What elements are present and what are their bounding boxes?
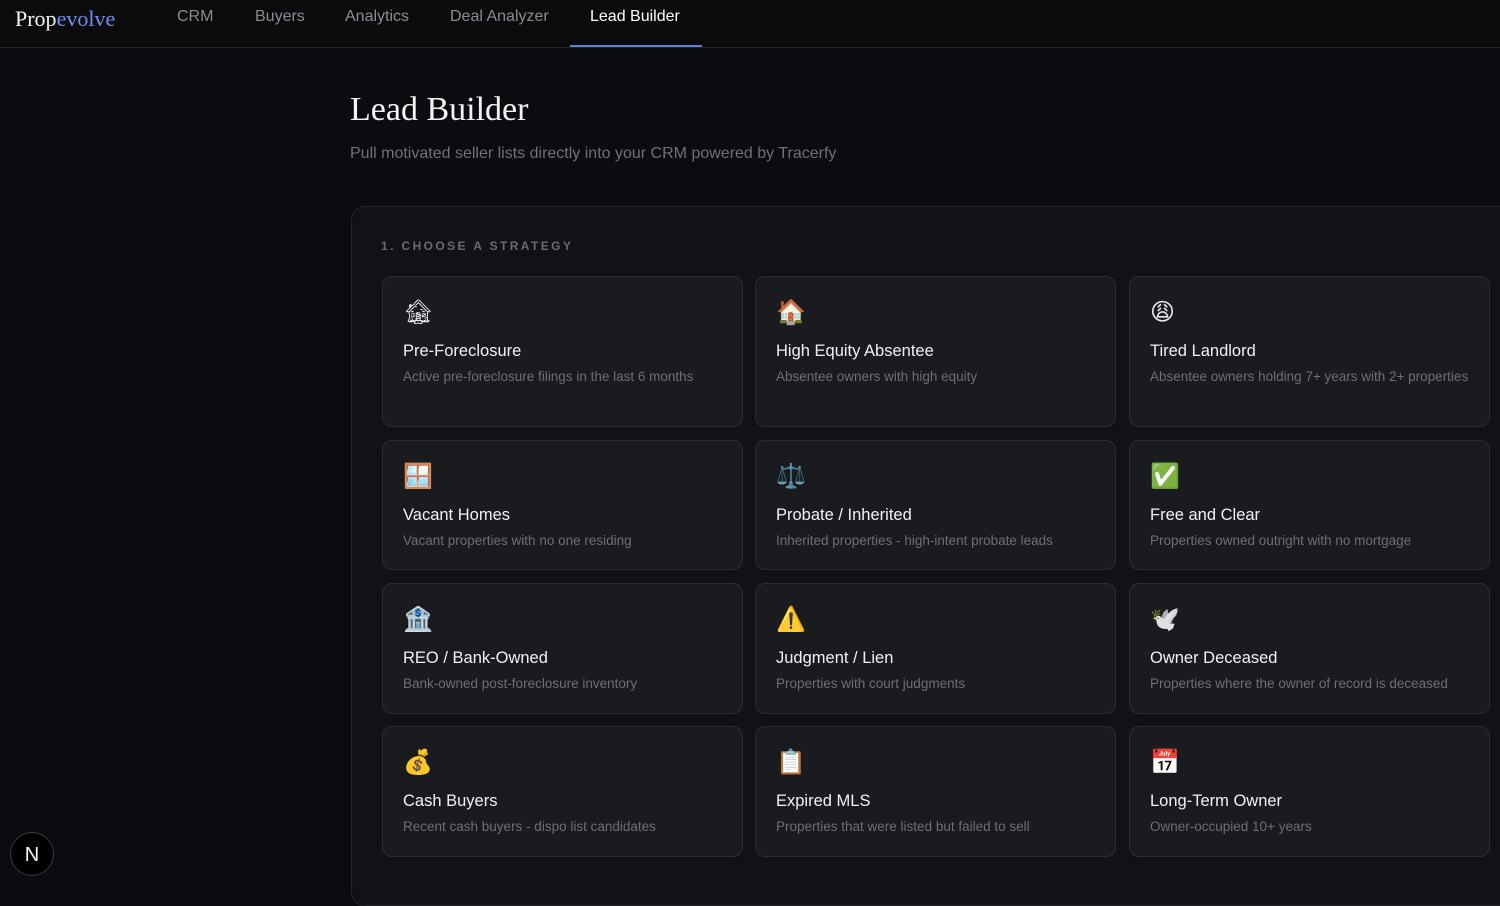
strategy-card-description: Vacant properties with no one residing — [403, 533, 632, 548]
strategy-card-free-and-clear[interactable]: ✅ Free and Clear Properties owned outrig… — [1129, 440, 1490, 570]
nav-tab-crm[interactable]: CRM — [177, 0, 213, 48]
clipboard-icon: 📋 — [776, 748, 806, 776]
strategy-card-high-equity-absentee[interactable]: 🏠 High Equity Absentee Absentee owners w… — [755, 276, 1116, 427]
strategy-card-long-term-owner[interactable]: 📅 Long-Term Owner Owner-occupied 10+ yea… — [1129, 726, 1490, 857]
money-bag-icon: 💰 — [403, 748, 433, 776]
strategy-card-description: Absentee owners with high equity — [776, 369, 978, 384]
strategy-card-title: Pre-Foreclosure — [403, 342, 522, 360]
logo-text-prop: Prop — [15, 6, 57, 31]
strategy-card-description: Properties with court judgments — [776, 676, 966, 691]
strategy-card-probate-inherited[interactable]: ⚖️ Probate / Inherited Inherited propert… — [755, 440, 1116, 570]
dove-icon: 🕊️ — [1150, 605, 1180, 633]
strategy-card-reo-bank-owned[interactable]: 🏦 REO / Bank-Owned Bank-owned post-forec… — [382, 583, 743, 714]
page-subtitle: Pull motivated seller lists directly int… — [350, 145, 837, 162]
top-navbar: Propevolve CRM Buyers Analytics Deal Ana… — [0, 0, 1500, 48]
strategy-card-description: Properties owned outright with no mortga… — [1150, 533, 1412, 548]
strategy-card-title: Probate / Inherited — [776, 506, 912, 524]
window-icon: 🪟 — [403, 462, 433, 490]
strategy-card-description: Inherited properties - high-intent proba… — [776, 533, 1053, 548]
logo-text-evolve: evolve — [56, 6, 116, 31]
strategy-card-description: Active pre-foreclosure filings in the la… — [403, 369, 694, 384]
app-logo[interactable]: Propevolve — [15, 6, 115, 32]
dev-tools-badge[interactable]: N — [10, 832, 54, 876]
strategy-card-title: Long-Term Owner — [1150, 792, 1283, 810]
weary-face-icon: 😩 — [1150, 298, 1176, 326]
bank-icon: 🏦 — [403, 605, 433, 633]
house-icon: 🏠 — [776, 298, 806, 326]
strategy-card-description: Properties that were listed but failed t… — [776, 819, 1030, 834]
strategy-card-title: Judgment / Lien — [776, 649, 894, 667]
strategy-card-description: Bank-owned post-foreclosure inventory — [403, 676, 638, 691]
strategy-card-title: Expired MLS — [776, 792, 871, 810]
warning-icon: ⚠️ — [776, 605, 806, 633]
strategy-card-vacant-homes[interactable]: 🪟 Vacant Homes Vacant properties with no… — [382, 440, 743, 570]
nav-tab-deal-analyzer[interactable]: Deal Analyzer — [450, 0, 549, 48]
nav-tab-analytics[interactable]: Analytics — [345, 0, 409, 48]
strategy-card-judgment-lien[interactable]: ⚠️ Judgment / Lien Properties with court… — [755, 583, 1116, 714]
calendar-icon: 📅 — [1150, 748, 1180, 776]
strategy-card-title: Tired Landlord — [1150, 342, 1256, 360]
nav-tab-buyers[interactable]: Buyers — [255, 0, 305, 48]
page-title: Lead Builder — [350, 91, 529, 128]
strategy-card-description: Properties where the owner of record is … — [1150, 676, 1448, 691]
strategy-card-title: Owner Deceased — [1150, 649, 1278, 667]
strategy-card-expired-mls[interactable]: 📋 Expired MLS Properties that were liste… — [755, 726, 1116, 857]
strategy-card-title: REO / Bank-Owned — [403, 649, 548, 667]
strategy-card-title: Cash Buyers — [403, 792, 498, 810]
section-label-choose-strategy: 1. CHOOSE A STRATEGY — [381, 239, 574, 253]
strategy-card-cash-buyers[interactable]: 💰 Cash Buyers Recent cash buyers - dispo… — [382, 726, 743, 857]
nav-tab-lead-builder[interactable]: Lead Builder — [590, 0, 680, 48]
strategy-card-description: Owner-occupied 10+ years — [1150, 819, 1312, 834]
scales-icon: ⚖️ — [776, 462, 806, 490]
strategy-card-title: High Equity Absentee — [776, 342, 934, 360]
house-notice-icon: 🏚 — [403, 298, 434, 326]
strategy-card-title: Free and Clear — [1150, 506, 1261, 524]
strategy-card-description: Absentee owners holding 7+ years with 2+… — [1150, 369, 1469, 384]
strategy-card-title: Vacant Homes — [403, 506, 510, 524]
strategy-card-owner-deceased[interactable]: 🕊️ Owner Deceased Properties where the o… — [1129, 583, 1490, 714]
strategy-card-description: Recent cash buyers - dispo list candidat… — [403, 819, 656, 834]
strategy-card-pre-foreclosure[interactable]: 🏚 Pre-Foreclosure Active pre-foreclosure… — [382, 276, 743, 427]
active-tab-indicator — [570, 45, 702, 47]
strategy-card-tired-landlord[interactable]: 😩 Tired Landlord Absentee owners holding… — [1129, 276, 1490, 427]
check-mark-icon: ✅ — [1150, 462, 1180, 490]
